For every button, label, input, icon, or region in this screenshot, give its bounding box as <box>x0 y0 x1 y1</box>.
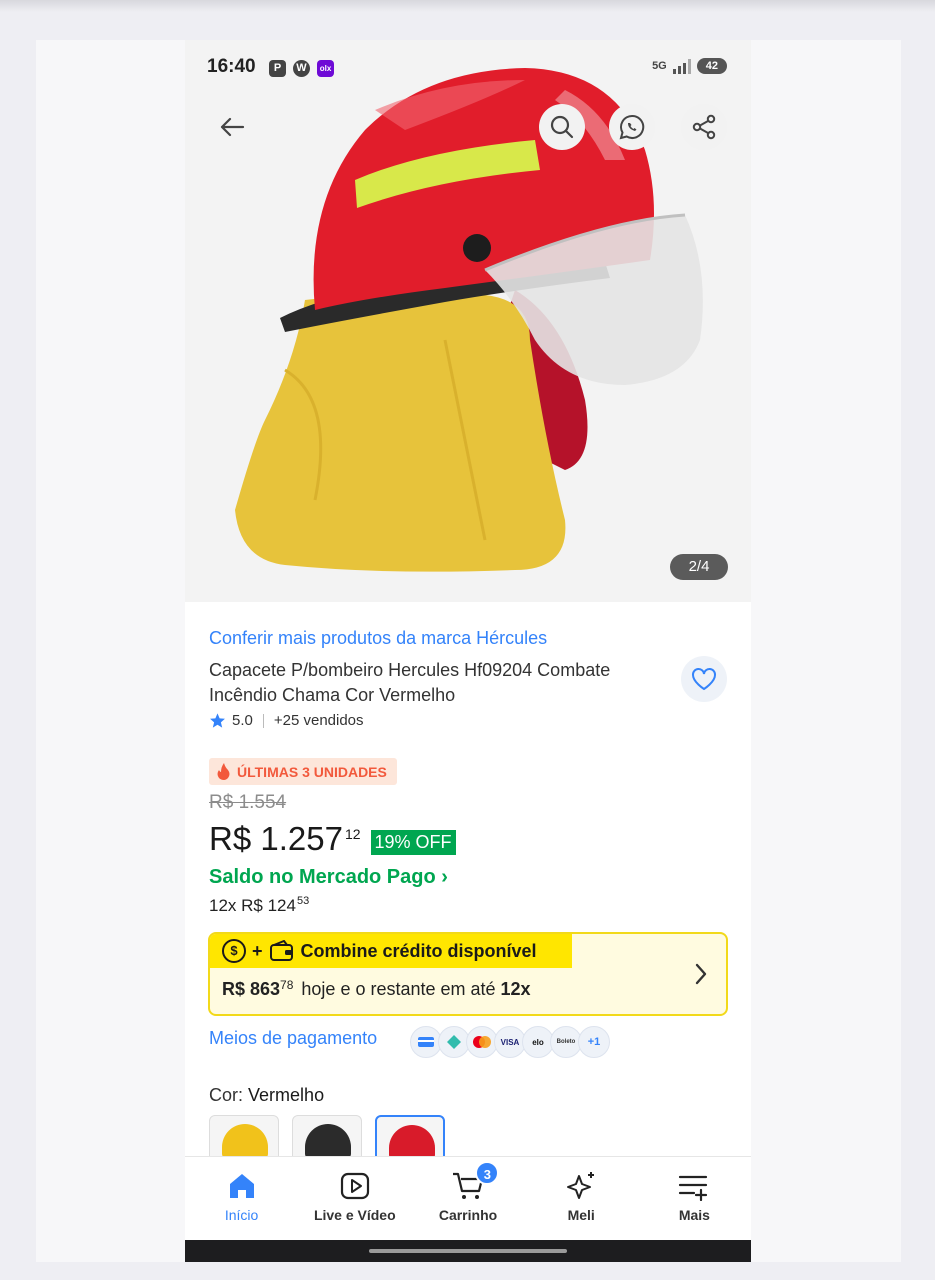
product-title: Capacete P/bombeiro Hercules Hf09204 Com… <box>209 660 611 705</box>
arrow-left-icon <box>220 117 245 137</box>
heart-icon <box>692 668 716 691</box>
olx-icon: olx <box>317 60 334 77</box>
more-methods-badge: +1 <box>578 1026 610 1058</box>
yellow-helmet-thumb <box>222 1124 268 1158</box>
star-icon <box>210 713 225 728</box>
installments-cents: 53 <box>296 895 310 907</box>
nav-carrinho-label: Carrinho <box>438 1207 498 1223</box>
whatsapp-share-button[interactable] <box>609 104 655 150</box>
nav-inicio-label: Início <box>224 1207 259 1223</box>
color-option-yellow[interactable] <box>209 1115 279 1161</box>
back-button[interactable] <box>209 104 255 150</box>
brand-products-link[interactable]: Conferir mais produtos da marca Hércules <box>209 628 547 649</box>
home-indicator[interactable] <box>369 1249 567 1253</box>
credit-offer-header: $ + Combine crédito disponível <box>210 934 572 968</box>
original-price: R$ 1.554 <box>209 792 287 813</box>
saldo-mercado-pago-link[interactable]: Saldo no Mercado Pago › <box>209 866 448 889</box>
current-price: R$ 1.257 12 19% OFF <box>209 820 456 858</box>
credit-amount: R$ 863 <box>222 979 281 999</box>
installments: 12x R$ 124 53 <box>209 895 310 916</box>
rating-row[interactable]: 5.0 +25 vendidos <box>209 712 364 729</box>
image-counter: 2/4 <box>670 554 728 580</box>
nav-meli-label: Meli <box>567 1207 595 1223</box>
wallet-icon <box>269 940 293 961</box>
credit-text-end: 12x <box>500 979 531 999</box>
payment-method-icons[interactable]: VISA elo Boleto +1 <box>410 1026 610 1058</box>
status-right: 5G 42 <box>652 58 727 74</box>
product-image <box>235 68 703 572</box>
nav-carrinho[interactable]: 3 Carrinho <box>411 1157 524 1240</box>
coin-icon: $ <box>222 939 246 963</box>
status-time: 16:40 <box>207 56 256 77</box>
cart-count-badge: 3 <box>475 1161 500 1185</box>
whatsapp-icon <box>619 114 645 140</box>
sparkle-icon <box>567 1172 595 1199</box>
price-cents: 12 <box>344 826 361 842</box>
color-selected: Vermelho <box>248 1085 325 1105</box>
price-main: R$ 1.257 <box>209 820 343 857</box>
phone-screen: 16:40 P W olx 5G 42 2/4 Conferir mais pr… <box>185 40 751 1262</box>
network-label: 5G <box>652 60 667 72</box>
search-button[interactable] <box>539 104 585 150</box>
share-icon <box>692 114 716 140</box>
nav-mais[interactable]: Mais <box>638 1157 751 1240</box>
play-icon <box>340 1172 369 1200</box>
share-button[interactable] <box>681 104 727 150</box>
discount-badge: 19% OFF <box>370 830 456 855</box>
fire-icon <box>217 763 230 780</box>
plus-icon: + <box>252 940 263 961</box>
battery-indicator: 42 <box>696 58 727 74</box>
home-icon <box>229 1174 254 1198</box>
favorite-button[interactable] <box>681 656 727 702</box>
bottom-navigation: Início Live e Vídeo 3 Carrinho Meli Mais <box>185 1156 751 1240</box>
color-option-black[interactable] <box>292 1115 362 1161</box>
status-bar: 16:40 P W olx 5G 42 <box>185 54 751 80</box>
top-band <box>0 0 935 12</box>
nav-live-video-label: Live e Vídeo <box>313 1207 396 1223</box>
gesture-bar <box>185 1240 751 1262</box>
nav-inicio[interactable]: Início <box>185 1157 298 1240</box>
payment-methods-link[interactable]: Meios de pagamento <box>209 1028 377 1049</box>
chevron-right-icon <box>695 963 707 985</box>
nav-live-video[interactable]: Live e Vídeo <box>298 1157 411 1240</box>
whatsapp-status-icon: W <box>293 60 310 77</box>
credit-text-mid: hoje e o restante em até <box>301 979 496 999</box>
credit-offer-card[interactable]: $ + Combine crédito disponível R$ 863 78… <box>208 932 728 1016</box>
red-helmet-thumb <box>389 1125 435 1159</box>
credit-amount-cents: 78 <box>280 978 294 992</box>
rating-divider <box>262 713 264 728</box>
nav-meli[interactable]: Meli <box>525 1157 638 1240</box>
color-label-prefix: Cor: <box>209 1085 244 1105</box>
installments-main: 12x R$ 124 <box>209 896 296 915</box>
stock-badge: ÚLTIMAS 3 UNIDADES <box>209 758 397 785</box>
color-option-red[interactable] <box>375 1115 445 1161</box>
menu-plus-icon <box>679 1175 708 1201</box>
credit-offer-title: Combine crédito disponível <box>300 940 537 961</box>
nav-mais-label: Mais <box>678 1207 710 1223</box>
credit-offer-text: R$ 863 78 hoje e o restante em até 12x <box>222 978 531 1000</box>
signal-icon <box>672 58 691 74</box>
app-p-icon: P <box>269 60 286 77</box>
product-image-gallery[interactable]: 16:40 P W olx 5G 42 2/4 <box>185 40 751 602</box>
color-label: Cor: Vermelho <box>209 1085 324 1106</box>
black-helmet-thumb <box>305 1124 351 1158</box>
search-icon <box>550 115 574 139</box>
stock-badge-text: ÚLTIMAS 3 UNIDADES <box>237 763 387 780</box>
sold-count: +25 vendidos <box>273 712 364 729</box>
rating-score: 5.0 <box>232 712 253 729</box>
